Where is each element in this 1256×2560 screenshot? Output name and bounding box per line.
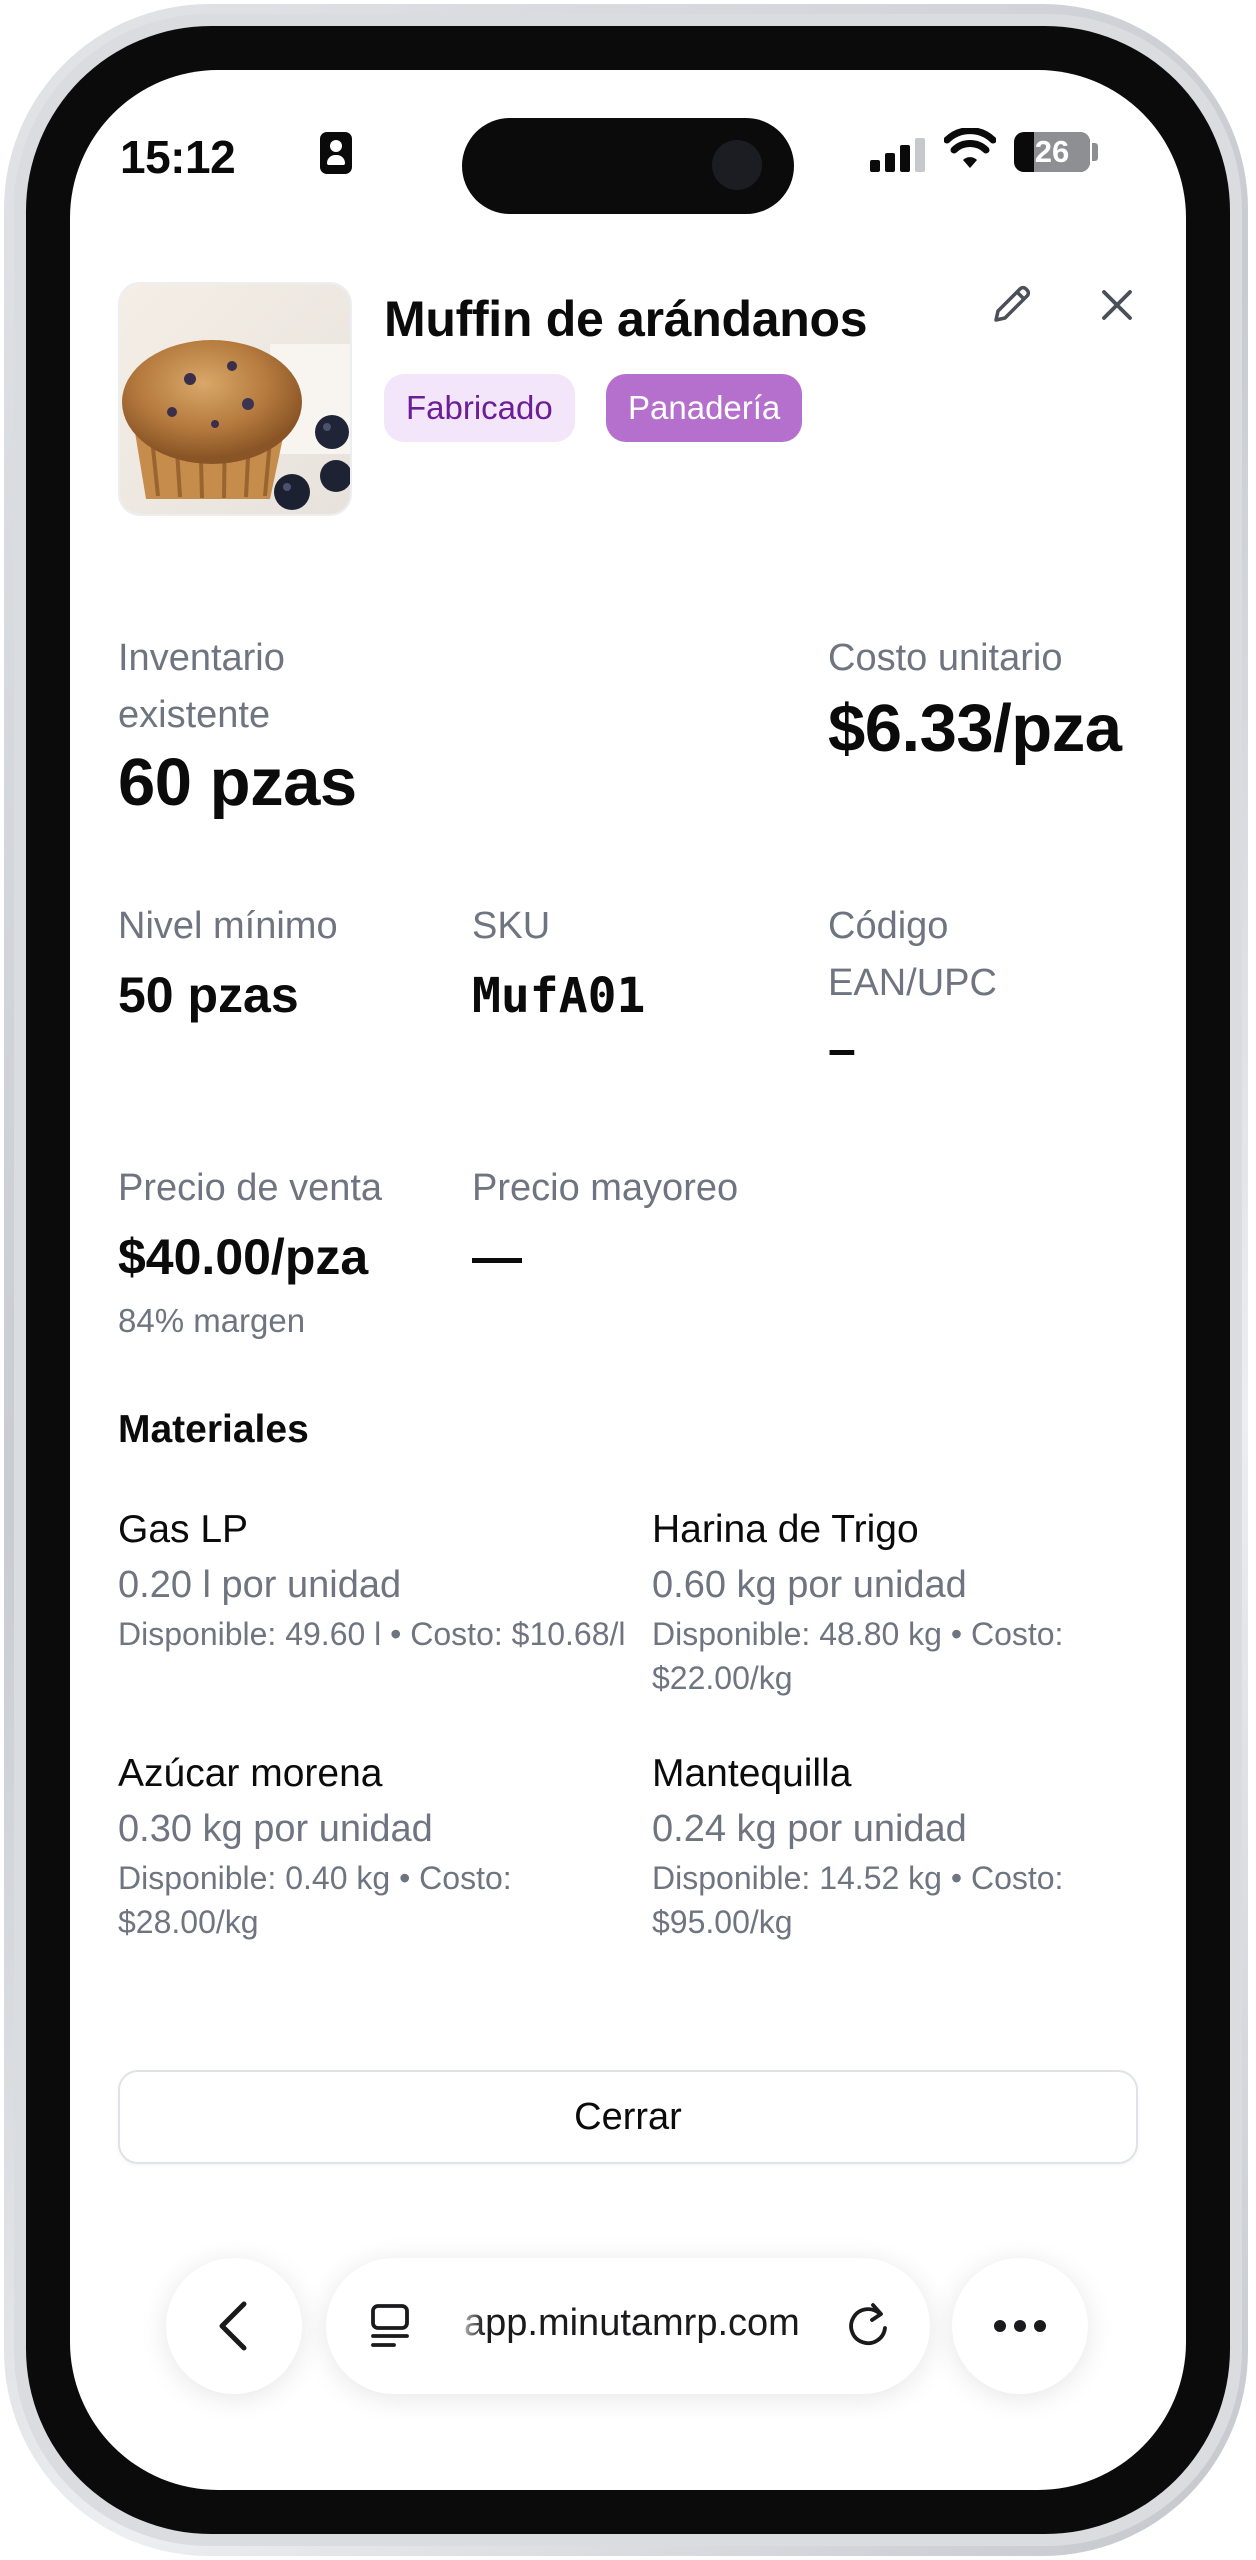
contact-card-icon [320,132,352,174]
material-info: Disponible: 0.40 kg • Costo: $28.00/kg [118,1860,512,1940]
wholesale-label: Precio mayoreo [472,1167,739,1209]
battery-tip [1092,143,1098,161]
material-qty: 0.20 l por unidad [118,1564,402,1606]
material-name: Mantequilla [652,1752,852,1795]
badge-category: Panadería [606,374,803,442]
sku-value: MufA01 [472,968,646,1024]
wifi-icon [944,128,996,168]
ean-value: – [828,1021,856,1077]
ean-label: Código EAN/UPC [828,905,997,1004]
url-fade [454,2290,484,2360]
url-text[interactable]: app.minutamrp.com [464,2302,800,2345]
more-button[interactable] [952,2258,1088,2394]
reload-icon[interactable] [840,2298,896,2354]
inventory-value: 60 pzas [118,745,357,820]
cellular-signal-icon [870,136,926,172]
materials-title: Materiales [118,1408,309,1451]
close-icon[interactable] [1094,282,1140,328]
material-info: Disponible: 49.60 l • Costo: $10.68/l [118,1616,626,1652]
material-name: Azúcar morena [118,1752,383,1795]
status-time: 15:12 [120,131,236,183]
back-button[interactable] [166,2258,302,2394]
material-qty: 0.24 kg por unidad [652,1808,967,1850]
material-name: Gas LP [118,1508,249,1551]
unit-cost-label: Costo unitario [828,637,1063,679]
margin-text: 84% margen [118,1302,306,1339]
wholesale-value: — [472,1229,522,1285]
product-title: Muffin de arándanos [384,291,868,347]
badge-fabricado: Fabricado [384,374,575,442]
battery-icon: 26 [1014,132,1090,172]
min-level-label: Nivel mínimo [118,905,338,947]
material-info: Disponible: 48.80 kg • Costo: $22.00/kg [652,1616,1064,1696]
battery-percentage: 26 [1034,134,1070,169]
material-qty: 0.30 kg por unidad [118,1808,433,1850]
inventory-label: Inventario existente [118,637,285,736]
sale-price-label: Precio de venta [118,1167,383,1209]
sale-price-value: $40.00/pza [118,1229,369,1285]
material-name: Harina de Trigo [652,1508,919,1551]
front-camera [712,140,762,190]
product-image [118,282,352,516]
material-qty: 0.60 kg por unidad [652,1564,967,1606]
min-level-value: 50 pzas [118,967,299,1023]
edit-pencil-icon[interactable] [988,280,1036,328]
material-info: Disponible: 14.52 kg • Costo: $95.00/kg [652,1860,1064,1940]
sku-label: SKU [472,905,551,947]
unit-cost-value: $6.33/pza [828,691,1122,766]
back-icon [219,2301,247,2351]
more-icon [994,2320,1046,2332]
close-button[interactable]: Cerrar [118,2070,1138,2164]
tabs-icon[interactable] [366,2300,418,2352]
